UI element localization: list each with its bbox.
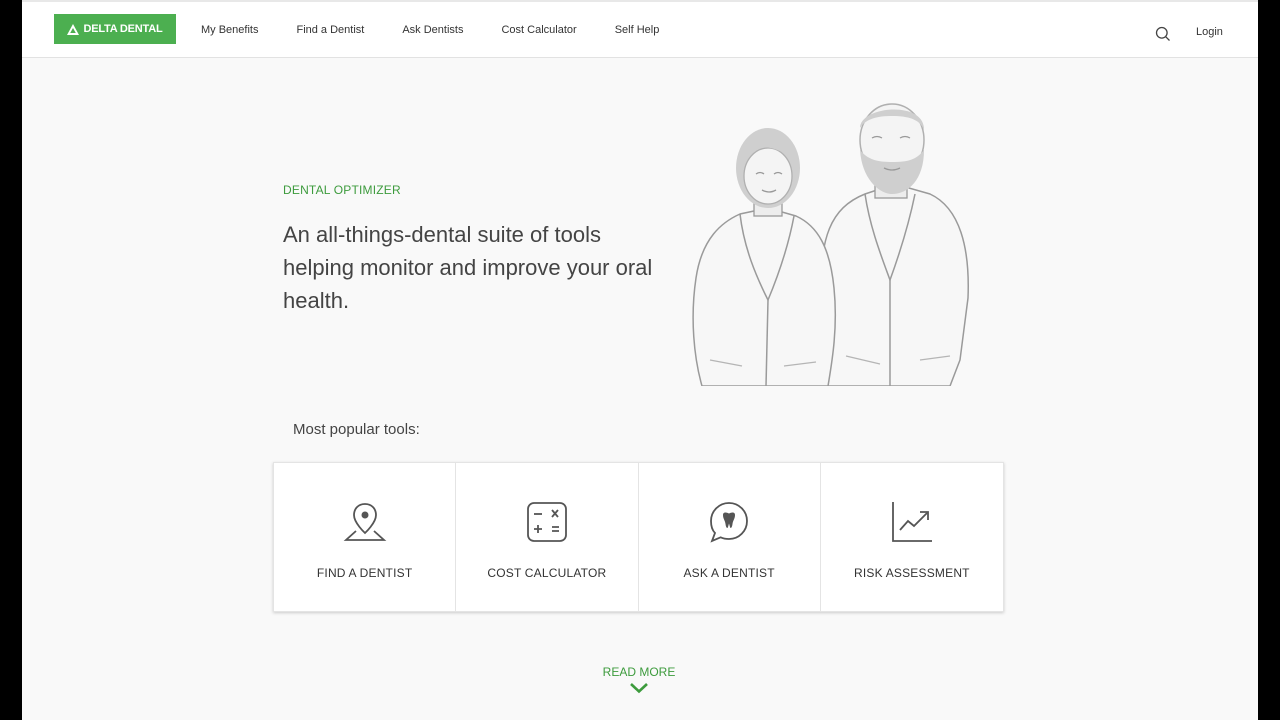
logo-triangle-icon [67, 23, 80, 35]
tool-label: COST CALCULATOR [487, 566, 607, 580]
map-pin-icon [343, 503, 386, 541]
nav-my-benefits[interactable]: My Benefits [201, 24, 258, 36]
tool-find-a-dentist[interactable]: FIND A DENTIST [274, 463, 457, 611]
hero-headline: An all-things-dental suite of tools help… [283, 222, 653, 313]
hero-eyebrow: DENTAL OPTIMIZER [283, 183, 401, 197]
tools-heading: Most popular tools: [293, 421, 420, 438]
nav-self-help[interactable]: Self Help [615, 24, 660, 36]
tooth-chat-icon [710, 502, 749, 543]
tools-grid: FIND A DENTIST COST CALCULATOR ASK A DEN… [273, 462, 1004, 612]
nav-find-a-dentist[interactable]: Find a Dentist [296, 24, 364, 36]
nav-ask-dentists[interactable]: Ask Dentists [402, 24, 463, 36]
tool-label: ASK A DENTIST [683, 566, 775, 580]
main-nav: My Benefits Find a Dentist Ask Dentists … [201, 24, 697, 36]
tool-cost-calculator[interactable]: COST CALCULATOR [456, 463, 639, 611]
chevron-down-icon [630, 683, 648, 694]
delta-dental-logo[interactable]: DELTA DENTAL [54, 14, 176, 44]
tool-risk-assessment[interactable]: RISK ASSESSMENT [821, 463, 1003, 611]
search-button[interactable] [1155, 26, 1171, 42]
tool-label: FIND A DENTIST [316, 566, 413, 580]
tool-ask-a-dentist[interactable]: ASK A DENTIST [639, 463, 821, 611]
login-link[interactable]: Login [1196, 26, 1223, 38]
tool-label: RISK ASSESSMENT [854, 566, 970, 580]
calculator-icon [526, 502, 567, 542]
search-icon [1155, 26, 1170, 41]
trend-chart-icon [891, 502, 932, 542]
dentists-illustration [692, 103, 969, 386]
logo-text: DELTA DENTAL [83, 23, 163, 35]
site-header: DELTA DENTAL My Benefits Find a Dentist … [22, 2, 1258, 58]
page-frame: DELTA DENTAL My Benefits Find a Dentist … [22, 0, 1258, 720]
nav-cost-calculator[interactable]: Cost Calculator [501, 24, 576, 36]
read-more-button[interactable]: READ MORE [582, 665, 696, 694]
read-more-label: READ MORE [602, 665, 676, 679]
